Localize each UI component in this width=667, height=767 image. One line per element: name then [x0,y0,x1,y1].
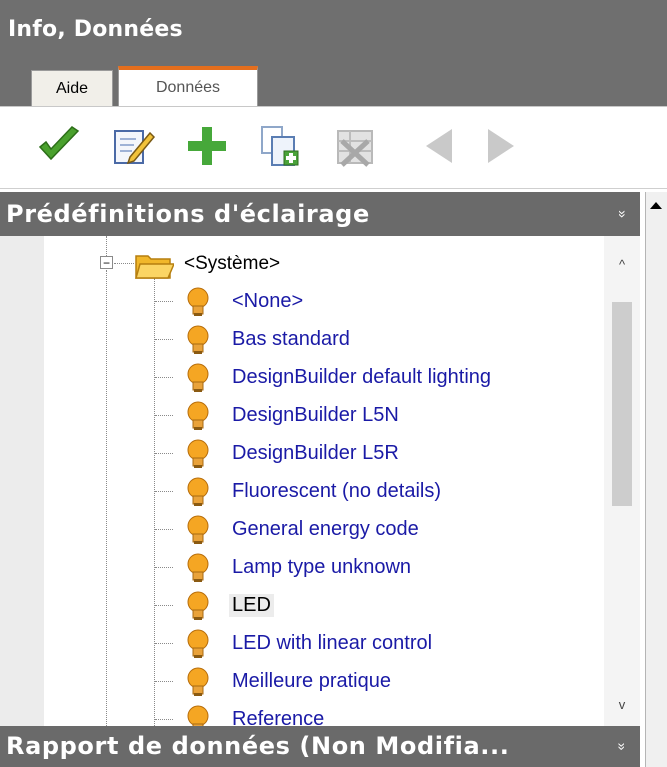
tree-connector [155,605,173,606]
edit-icon [114,130,156,165]
tree-item[interactable]: LED with linear control [155,626,598,662]
folder-open-icon [135,255,174,279]
tree-connector [155,339,173,340]
scroll-up-icon[interactable]: ^ [614,256,630,272]
light-bulb-icon [187,287,209,316]
light-bulb-icon [187,515,209,544]
tree-item-selected[interactable]: LED [155,588,598,624]
toolbar-divider [0,185,667,189]
tree-connector [106,236,107,256]
plus-icon [188,127,226,165]
previous-button[interactable] [414,123,460,169]
tab-aide[interactable]: Aide [31,70,113,106]
scroll-thumb[interactable] [612,302,632,506]
tree-connector [155,453,173,454]
tree-connector [155,491,173,492]
tree-item-label: DesignBuilder default lighting [232,366,492,388]
delete-button[interactable] [334,123,380,169]
tab-donnees[interactable]: Données [118,66,258,106]
light-bulb-icon [187,667,209,696]
tree-item[interactable]: DesignBuilder default lighting [155,360,598,396]
tree-connector [154,278,155,726]
window-title: Info, Données [8,17,183,42]
tree-collapse-toggle[interactable]: − [100,256,113,269]
tree-item-label: DesignBuilder L5R [232,442,399,464]
light-bulb-icon [187,363,209,392]
tree-item[interactable]: Reference [155,702,598,726]
checkmark-icon [38,126,80,161]
tree-item-label: LED with linear control [232,632,433,654]
tree-connector [155,377,173,378]
add-button[interactable] [184,123,230,169]
tree-item-label: Reference [232,708,325,726]
tree-connector [155,719,173,720]
scroll-down-icon[interactable]: v [614,696,630,712]
tree-item-label: Meilleure pratique [232,670,391,692]
tree-connector [155,415,173,416]
tab-strip: Aide Données [0,58,667,106]
next-button[interactable] [480,123,526,169]
lighting-tree: − <Système> <None> Bas standard DesignBu… [0,236,640,726]
confirm-button[interactable] [36,123,82,169]
tree-item[interactable]: General energy code [155,512,598,548]
tree-gutter [0,236,44,726]
window-header: Info, Données [0,0,667,58]
edit-button[interactable] [110,123,156,169]
tree-item-label: DesignBuilder L5N [232,404,399,426]
tree-item[interactable]: <None> [155,284,598,320]
duplicate-button[interactable] [258,123,304,169]
panel2-expand-icon[interactable]: » [603,736,644,758]
light-bulb-icon [187,629,209,658]
tree-item[interactable]: Fluorescent (no details) [155,474,598,510]
tree-item-label: <None> [232,290,304,312]
tree-connector [155,567,173,568]
tree-item[interactable]: DesignBuilder L5R [155,436,598,472]
light-bulb-icon [187,591,209,620]
tree-connector [106,270,107,726]
tree-connector [155,529,173,530]
delete-list-icon [337,130,373,167]
tree-item-label: LED [229,594,274,617]
tree-connector [155,681,173,682]
panel-header-data-report[interactable]: Rapport de données (Non Modifia... » [0,726,640,767]
panel-collapse-icon[interactable]: » [601,203,645,225]
light-bulb-icon [187,705,209,726]
tree-item-label: General energy code [232,518,419,540]
tree-connector [155,643,173,644]
light-bulb-icon [187,477,209,506]
light-bulb-icon [187,401,209,430]
panel-title: Prédéfinitions d'éclairage [6,200,370,228]
tree-item-label: Bas standard [232,328,350,350]
tree-item[interactable]: Bas standard [155,322,598,358]
copy-add-icon [261,126,299,166]
tree-connector [114,263,134,264]
tree-item[interactable]: Meilleure pratique [155,664,598,700]
tree-item-label: Lamp type unknown [232,556,412,578]
outer-scrollbar[interactable] [645,192,667,767]
panel2-title: Rapport de données (Non Modifia... [6,732,510,760]
tree-item[interactable]: Lamp type unknown [155,550,598,586]
tree-item-label: Fluorescent (no details) [232,480,441,502]
light-bulb-icon [187,553,209,582]
tree-item[interactable]: DesignBuilder L5N [155,398,598,434]
arrow-right-icon [488,129,514,163]
light-bulb-icon [187,325,209,354]
light-bulb-icon [187,439,209,468]
panel-header-lighting-presets[interactable]: Prédéfinitions d'éclairage » [0,192,640,236]
toolbar [0,106,667,189]
tree-scrollbar[interactable]: ^ v [604,236,640,726]
outer-scroll-up-icon[interactable] [650,202,662,209]
arrow-left-icon [426,129,452,163]
tree-connector [155,301,173,302]
tree-root-label[interactable]: <Système> [184,253,280,275]
